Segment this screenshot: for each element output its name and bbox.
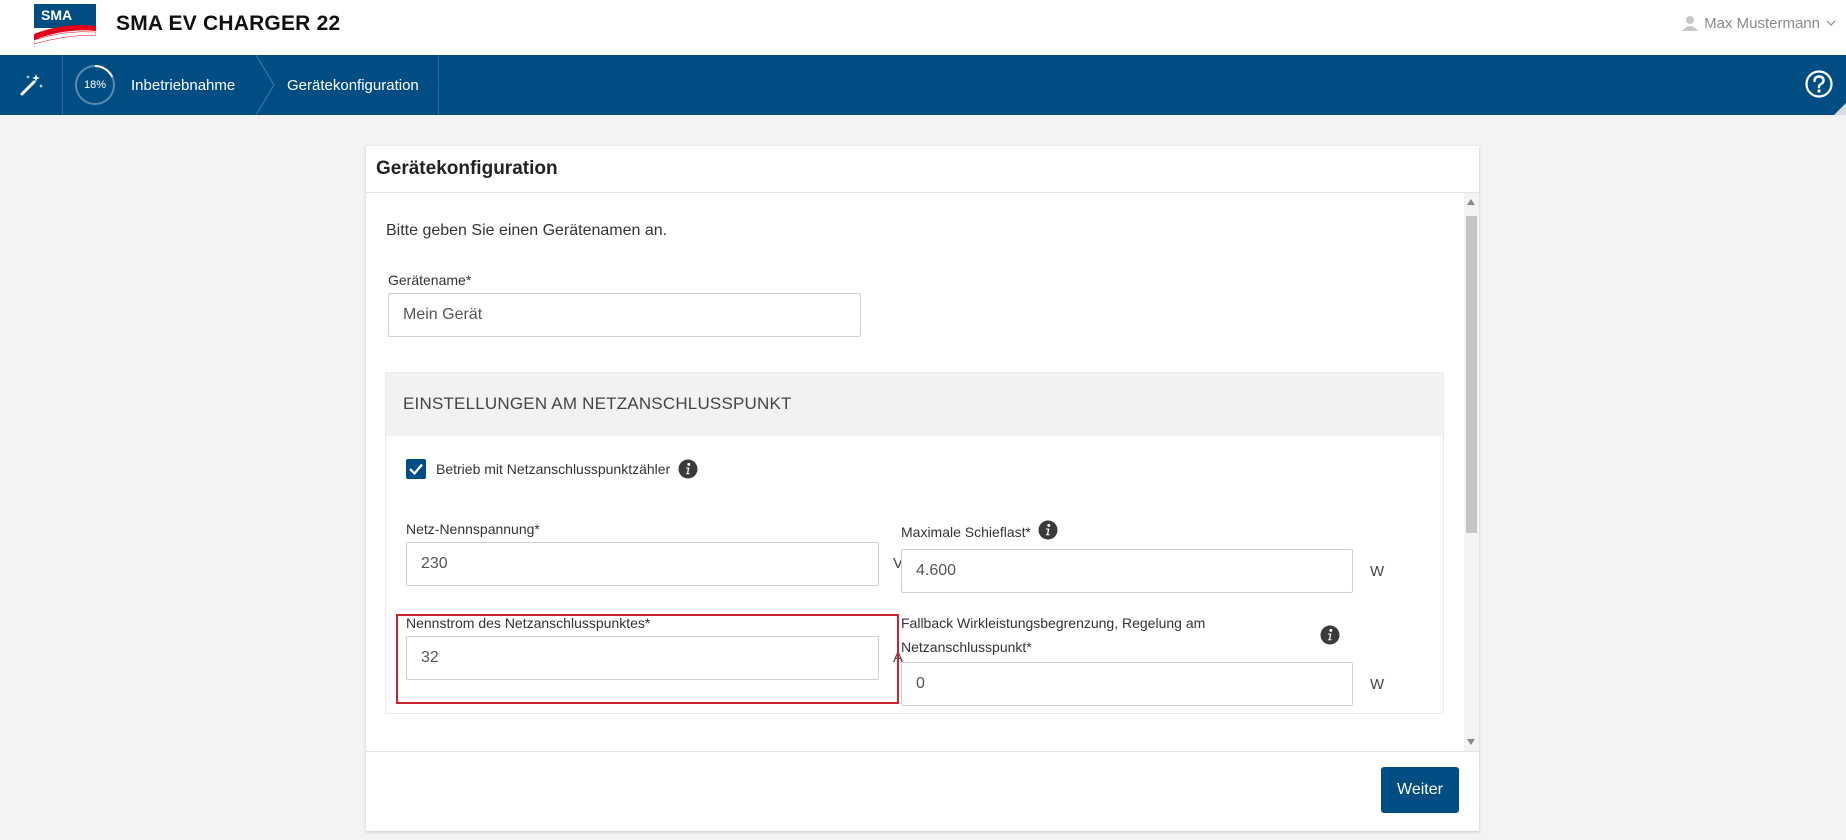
wizard-nav-bar: 18% Inbetriebnahme Gerätekonfiguration <box>0 55 1846 115</box>
next-button[interactable]: Weiter <box>1381 767 1459 813</box>
fallback-info-icon[interactable] <box>1320 625 1340 645</box>
current-label: Nennstrom des Netzanschlusspunktes* <box>406 615 651 631</box>
sma-logo: SMA <box>33 4 97 46</box>
fallback-label-line1: Fallback Wirkleistungsbegrenzung, Regelu… <box>901 615 1206 631</box>
card-footer: Weiter <box>366 751 1479 832</box>
user-icon <box>1682 16 1699 31</box>
voltage-input[interactable]: 230 <box>406 542 879 586</box>
scroll-up-arrow-icon[interactable] <box>1467 199 1475 205</box>
chevron-down-icon <box>1826 20 1836 26</box>
help-icon <box>1805 70 1833 98</box>
intro-text: Bitte geben Sie einen Gerätenamen an. <box>386 222 668 239</box>
fallback-unit: W <box>1370 676 1385 693</box>
card-title: Gerätekonfiguration <box>376 158 558 179</box>
fallback-label-line2: Netzanschlusspunkt* <box>901 639 1032 655</box>
progress-percent: 18% <box>83 79 107 91</box>
section-header: EINSTELLUNGEN AM NETZANSCHLUSSPUNKT <box>386 373 1443 436</box>
sma-logo-text: SMA <box>41 7 72 23</box>
current-input[interactable]: 32 <box>406 636 879 680</box>
wizard-wand-button[interactable] <box>0 55 63 115</box>
scroll-down-arrow-icon[interactable] <box>1467 739 1475 745</box>
device-name-input[interactable]: Mein Gerät <box>388 293 861 337</box>
breadcrumb-step-commissioning[interactable]: Inbetriebnahme <box>131 55 235 115</box>
card-body: Bitte geben Sie einen Gerätenamen an. Ge… <box>366 193 1479 751</box>
unbalance-label: Maximale Schieflast* <box>901 524 1031 540</box>
card-header: Gerätekonfiguration <box>366 146 1479 193</box>
user-menu[interactable]: Max Mustermann <box>1682 12 1836 34</box>
section-title: EINSTELLUNGEN AM NETZANSCHLUSSPUNKT <box>403 394 792 413</box>
user-name: Max Mustermann <box>1704 14 1820 32</box>
unbalance-input[interactable]: 4.600 <box>901 549 1353 593</box>
breadcrumb-chevron-icon <box>255 55 275 115</box>
corner-decoration <box>1834 103 1846 115</box>
device-name-label: Gerätename* <box>388 272 472 288</box>
breadcrumb-step-device-config[interactable]: Gerätekonfiguration <box>287 55 419 115</box>
checkmark-icon <box>409 463 423 476</box>
meter-checkbox[interactable] <box>406 459 426 479</box>
help-button[interactable] <box>1804 69 1834 99</box>
progress-ring: 18% <box>73 63 117 107</box>
unbalance-unit: W <box>1370 563 1385 580</box>
nav-divider <box>438 55 439 115</box>
fallback-input[interactable]: 0 <box>901 662 1353 706</box>
unbalance-info-icon[interactable] <box>1038 520 1058 540</box>
app-title: SMA EV CHARGER 22 <box>116 12 341 35</box>
meter-checkbox-label: Betrieb mit Netzanschlusspunktzähler <box>436 461 671 477</box>
magic-wand-icon <box>20 74 43 96</box>
vertical-scrollbar[interactable] <box>1464 193 1479 751</box>
info-icon[interactable] <box>678 459 698 479</box>
device-config-card: Gerätekonfiguration Bitte geben Sie eine… <box>366 146 1479 831</box>
voltage-label: Netz-Nennspannung* <box>406 521 540 537</box>
scroll-thumb[interactable] <box>1466 216 1477 533</box>
top-header: SMA SMA EV CHARGER 22 Max Mustermann <box>0 0 1846 55</box>
grid-connection-section: EINSTELLUNGEN AM NETZANSCHLUSSPUNKT Betr… <box>385 372 1444 714</box>
